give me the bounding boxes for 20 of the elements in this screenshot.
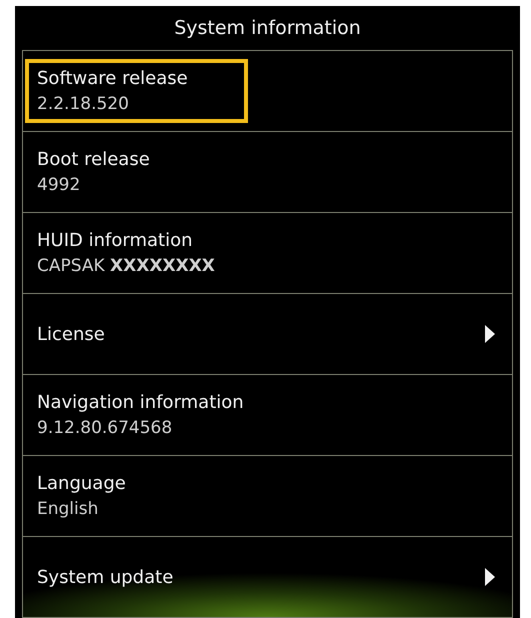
menu-item[interactable]: Navigation information 9.12.80.674568 bbox=[23, 375, 512, 456]
item-label: Navigation information bbox=[37, 391, 244, 416]
item-label: Language bbox=[37, 472, 126, 496]
item-value: English bbox=[37, 498, 100, 522]
menu-item[interactable]: Software release 2.2.18.520 bbox=[23, 51, 512, 132]
item-value: 9.12.80.674568 bbox=[37, 417, 174, 440]
right-arrow-icon bbox=[484, 324, 496, 344]
item-value: 4992 bbox=[37, 174, 82, 198]
item-label: License bbox=[37, 322, 105, 346]
menu-item[interactable]: License bbox=[23, 294, 512, 375]
screen-title: System information bbox=[174, 16, 361, 41]
item-label: HUID information bbox=[37, 229, 194, 254]
item-label: Boot release bbox=[37, 148, 150, 172]
item-label: Software release bbox=[37, 67, 188, 92]
item-label: System update bbox=[37, 566, 174, 590]
menu-item[interactable]: HUID information CAPSAK XXXXXXXX bbox=[23, 213, 512, 294]
right-arrow-icon bbox=[484, 567, 496, 587]
item-value: 2.2.18.520 bbox=[37, 93, 130, 116]
menu-item[interactable]: Boot release 4992 bbox=[23, 132, 512, 213]
item-value: CAPSAK XXXXXXXX bbox=[37, 255, 215, 278]
